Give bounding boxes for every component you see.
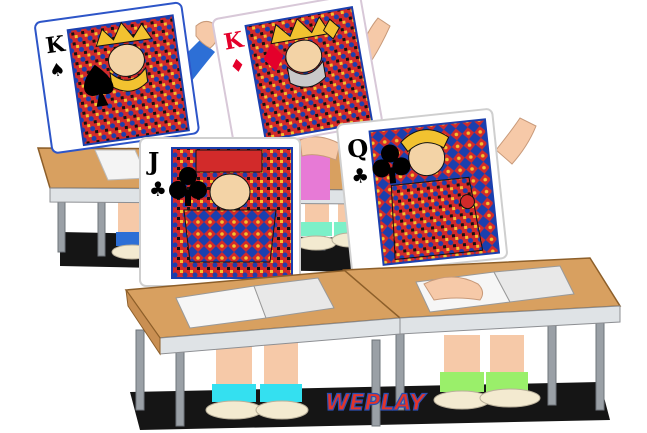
card-jack-clubs: J ♣ (139, 137, 301, 287)
spade-icon: ♠ (48, 59, 67, 82)
card-king-spades: K ♠ (34, 1, 200, 154)
club-icon: ♣ (350, 163, 370, 189)
front-left-student-legs (205, 340, 309, 420)
club-icon: ♣ (149, 177, 167, 201)
card-rank: J (146, 147, 159, 176)
front-right-student-legs (433, 335, 541, 410)
card-queen-clubs: Q ♣ (336, 108, 508, 275)
classroom-scene: K ♠ K ♦ J ♣ Q ♣ WEPLAY (0, 0, 647, 433)
scene-svg: K ♠ K ♦ J ♣ Q ♣ WEPLAY (34, 0, 622, 430)
logo-text: WEPLAY (325, 391, 427, 416)
card-rank: Q (346, 133, 370, 164)
weplay-logo: WEPLAY (324, 390, 427, 416)
